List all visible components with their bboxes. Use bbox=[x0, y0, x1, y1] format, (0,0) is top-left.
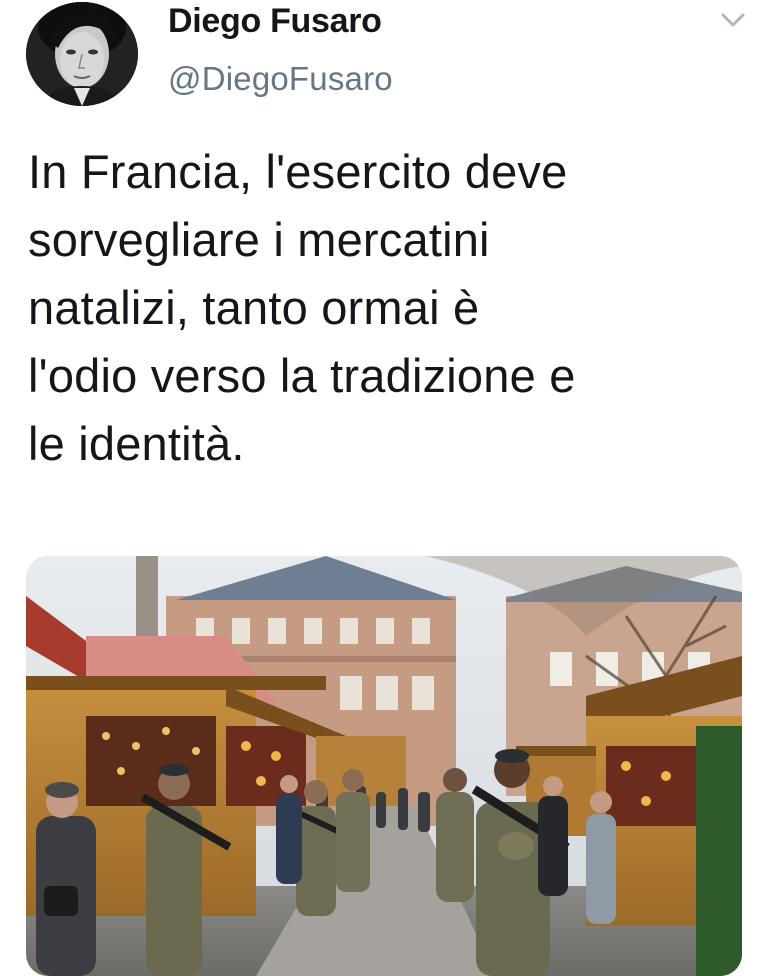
chevron-down-icon[interactable] bbox=[718, 8, 748, 32]
user-handle[interactable]: @DiegoFusaro bbox=[168, 60, 393, 98]
tweet-text-line: sorvegliare i mercatini bbox=[28, 213, 490, 266]
avatar[interactable] bbox=[26, 2, 138, 106]
display-name[interactable]: Diego Fusaro bbox=[168, 2, 382, 41]
christmas-market-photo bbox=[26, 556, 742, 976]
tweet-text-line: In Francia, l'esercito deve bbox=[28, 145, 568, 198]
tweet-text: In Francia, l'esercito deve sorvegliare … bbox=[28, 138, 748, 478]
avatar-photo bbox=[26, 2, 138, 106]
tweet-text-line: l'odio verso la tradizione e bbox=[28, 349, 576, 402]
tweet: Diego Fusaro @DiegoFusaro In Francia, l'… bbox=[0, 0, 768, 976]
tweet-text-line: le identità. bbox=[28, 417, 245, 470]
tweet-photo[interactable] bbox=[26, 556, 742, 976]
tweet-text-line: natalizi, tanto ormai è bbox=[28, 281, 480, 334]
